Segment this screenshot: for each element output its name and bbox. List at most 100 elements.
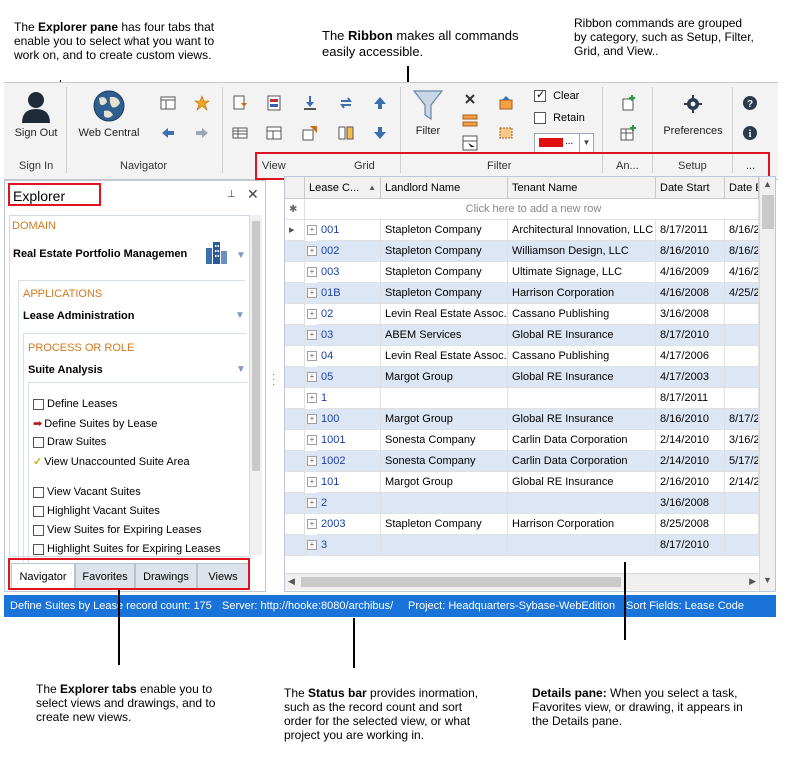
table-cell[interactable]: 4/25/2	[725, 283, 759, 304]
back-arrow-icon[interactable]	[160, 125, 176, 141]
table-cell[interactable]: 8/17/2011	[656, 388, 725, 409]
grid-vertical-scrollbar[interactable]: ▲ ▼	[759, 177, 775, 591]
table-row[interactable]: +002 Stapleton Company Williamson Design, …	[285, 241, 759, 262]
expand-plus-icon[interactable]: +	[307, 351, 317, 361]
table-cell[interactable]: 02	[317, 304, 381, 325]
table-row[interactable]: +101 Margot Group Global RE Insurance 2/16/…	[285, 472, 759, 493]
table-cell[interactable]	[508, 535, 656, 556]
table-cell[interactable]	[381, 535, 508, 556]
table-cell[interactable]: Margot Group	[381, 409, 508, 430]
table-row[interactable]: +1 8/17/2011	[285, 388, 759, 409]
table-cell[interactable]	[725, 346, 759, 367]
expand-plus-icon[interactable]: +	[307, 330, 317, 340]
process-value[interactable]: Suite Analysis	[28, 364, 103, 376]
table-cell[interactable]: Williamson Design, LLC	[508, 241, 656, 262]
view-export-icon[interactable]	[232, 95, 248, 111]
col-header-lease-code[interactable]: Lease C... ▲	[305, 177, 381, 199]
task-define-leases[interactable]: Define Leases	[33, 398, 117, 410]
table-cell[interactable]	[508, 388, 656, 409]
pane-splitter-handle[interactable]: · · ·	[272, 370, 275, 390]
applications-value[interactable]: Lease Administration	[23, 310, 134, 322]
expand-plus-icon[interactable]: +	[307, 435, 317, 445]
task-view-unaccounted-suite-area[interactable]: ✓ View Unaccounted Suite Area	[33, 455, 190, 468]
expand-plus-icon[interactable]: +	[307, 246, 317, 256]
info-icon[interactable]: i	[742, 125, 758, 141]
new-row[interactable]: ✱ Click here to add a new row	[285, 199, 759, 220]
view-grid-icon[interactable]	[232, 125, 248, 141]
table-cell[interactable]: Global RE Insurance	[508, 409, 656, 430]
table-cell[interactable]: Harrison Corporation	[508, 514, 656, 535]
domain-value[interactable]: Real Estate Portfolio Managemen	[13, 248, 187, 260]
table-cell[interactable]: Stapleton Company	[381, 262, 508, 283]
table-cell[interactable]: 2	[317, 493, 381, 514]
window-layout-icon[interactable]	[160, 95, 176, 111]
table-cell[interactable]: 8/16/2010	[656, 241, 725, 262]
add-analysis-icon[interactable]	[620, 95, 636, 111]
table-cell[interactable]: 100	[317, 409, 381, 430]
table-cell[interactable]: 2/14/2010	[656, 430, 725, 451]
table-cell[interactable]: 4/16/2	[725, 262, 759, 283]
row-expander[interactable]	[285, 388, 305, 409]
forward-arrow-icon[interactable]	[194, 125, 210, 141]
filter-select-icon[interactable]	[462, 135, 478, 151]
table-cell[interactable]	[725, 535, 759, 556]
table-cell[interactable]: 101	[317, 472, 381, 493]
move-up-icon[interactable]	[372, 95, 388, 111]
table-row[interactable]: +03 ABEM Services Global RE Insurance 8/17/…	[285, 325, 759, 346]
add-grid-icon[interactable]	[620, 125, 636, 141]
table-cell[interactable]	[381, 388, 508, 409]
table-cell[interactable]: 05	[317, 367, 381, 388]
columns-icon[interactable]	[338, 125, 354, 141]
expand-plus-icon[interactable]: +	[307, 393, 317, 403]
export-grid-icon[interactable]	[302, 125, 318, 141]
table-cell[interactable]: 8/17/2011	[656, 220, 725, 241]
download-icon[interactable]	[302, 95, 318, 111]
table-cell[interactable]: Architectural Innovation, LLC	[508, 220, 656, 241]
table-cell[interactable]: 2/16/2010	[656, 472, 725, 493]
domain-expand-icon[interactable]: ▼	[236, 250, 246, 261]
table-cell[interactable]: Global RE Insurance	[508, 367, 656, 388]
help-icon[interactable]: ?	[742, 95, 758, 111]
expand-plus-icon[interactable]: +	[307, 477, 317, 487]
expand-plus-icon[interactable]: +	[307, 519, 317, 529]
refresh-icon[interactable]	[338, 95, 354, 111]
table-cell[interactable]: 4/16/2008	[656, 283, 725, 304]
expand-plus-icon[interactable]: +	[307, 225, 317, 235]
expand-plus-icon[interactable]: +	[307, 372, 317, 382]
preferences-button[interactable]: Preferences	[660, 95, 726, 137]
table-cell[interactable]: 8/25/2008	[656, 514, 725, 535]
table-cell[interactable]: Ultimate Signage, LLC	[508, 262, 656, 283]
task-draw-suites[interactable]: Draw Suites	[33, 436, 106, 448]
table-row[interactable]: ▸ +001 Stapleton Company Architectural Inno…	[285, 220, 759, 241]
table-cell[interactable]: 3	[317, 535, 381, 556]
table-row[interactable]: +02 Levin Real Estate Assoc. Cassano Publi…	[285, 304, 759, 325]
row-expander[interactable]	[285, 367, 305, 388]
row-expander[interactable]	[285, 472, 305, 493]
row-expander[interactable]	[285, 514, 305, 535]
view-report-icon[interactable]	[266, 95, 282, 111]
table-cell[interactable]: 001	[317, 220, 381, 241]
table-cell[interactable]	[725, 367, 759, 388]
table-cell[interactable]: 3/16/2008	[656, 304, 725, 325]
row-expander[interactable]	[285, 304, 305, 325]
table-cell[interactable]: 4/16/2009	[656, 262, 725, 283]
highlight-color-dropdown[interactable]: ... ▼	[534, 133, 594, 153]
table-row[interactable]: +04 Levin Real Estate Assoc. Cassano Publi…	[285, 346, 759, 367]
row-expander[interactable]	[285, 262, 305, 283]
table-cell[interactable]: 5/17/2	[725, 451, 759, 472]
table-cell[interactable]: 2/14/2010	[656, 451, 725, 472]
filter-button[interactable]: Filter	[406, 87, 450, 137]
task-define-suites-by-lease[interactable]: ➡ Define Suites by Lease	[33, 417, 157, 430]
row-expander[interactable]	[285, 346, 305, 367]
filter-dashed-icon[interactable]	[498, 125, 514, 141]
col-header-date-start[interactable]: Date Start	[656, 177, 725, 199]
table-cell[interactable]: Global RE Insurance	[508, 472, 656, 493]
web-central-button[interactable]: Web Central	[74, 89, 144, 139]
close-icon[interactable]: ✕	[247, 186, 259, 203]
expand-plus-icon[interactable]: +	[307, 414, 317, 424]
view-layout-icon[interactable]	[266, 125, 282, 141]
scroll-down-icon[interactable]: ▼	[763, 575, 772, 585]
table-row[interactable]: +1001 Sonesta Company Carlin Data Corporat…	[285, 430, 759, 451]
table-cell[interactable]	[508, 493, 656, 514]
table-cell[interactable]: ABEM Services	[381, 325, 508, 346]
